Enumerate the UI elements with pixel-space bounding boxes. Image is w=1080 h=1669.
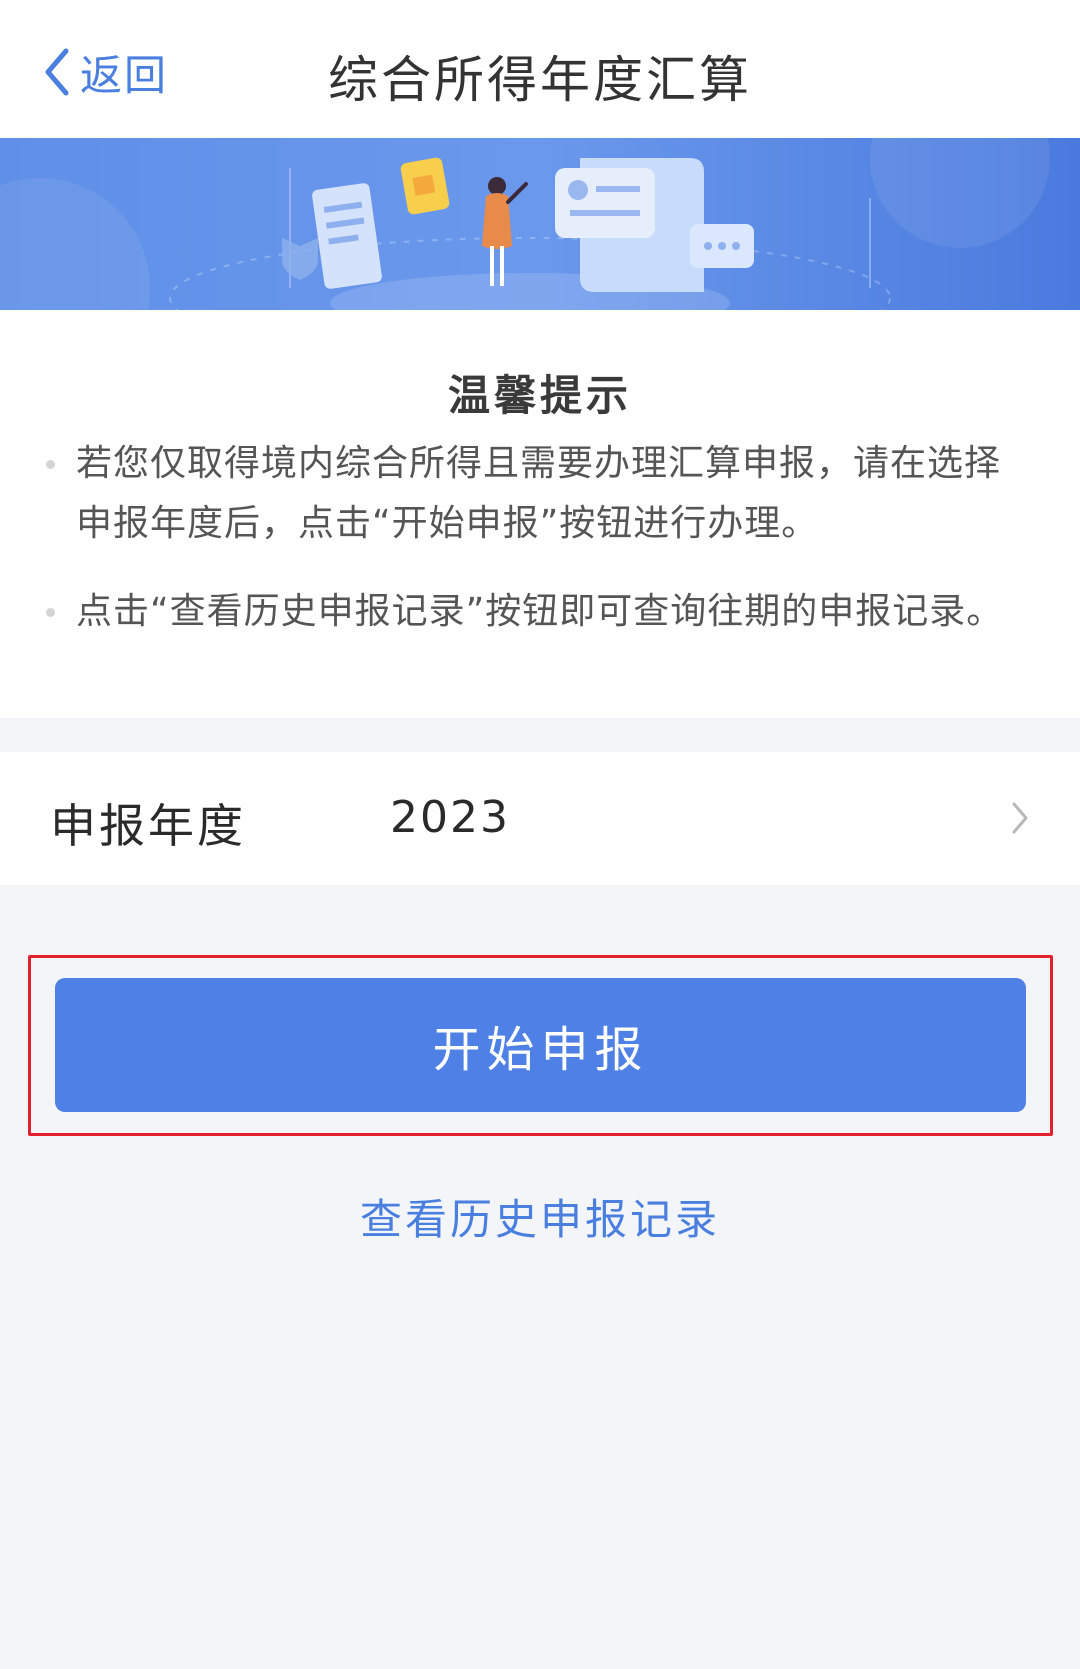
notice-card: 温馨提示 若您仅取得境内综合所得且需要办理汇算申报，请在选择申报年度后，点击“开… <box>0 310 1080 718</box>
banner-illustration <box>0 138 1080 310</box>
notice-item-text: 点击“查看历史申报记录”按钮即可查询往期的申报记录。 <box>76 591 1004 632</box>
bullet-dot <box>46 608 55 617</box>
notice-title: 温馨提示 <box>447 371 632 420</box>
bullet-dot <box>46 460 55 469</box>
notice-item-text: 若您仅取得境内综合所得且需要办理汇算申报，请在选择申报年度后，点击“开始申报”按… <box>76 443 1002 544</box>
page-title: 综合所得年度汇算 <box>328 51 752 109</box>
notice-item: 若您仅取得境内综合所得且需要办理汇算申报，请在选择申报年度后，点击“开始申报”按… <box>46 434 1036 554</box>
nav-bar: 返回 综合所得年度汇算 <box>0 0 1080 138</box>
year-selector-value: 2023 <box>390 792 510 843</box>
chevron-right-icon <box>1010 800 1030 840</box>
start-declaration-button[interactable]: 开始申报 <box>55 978 1026 1112</box>
notice-item: 点击“查看历史申报记录”按钮即可查询往期的申报记录。 <box>46 582 1036 642</box>
history-records-link[interactable]: 查看历史申报记录 <box>0 1186 1080 1247</box>
year-selector[interactable]: 申报年度 2023 <box>0 752 1080 885</box>
year-selector-label: 申报年度 <box>50 799 246 853</box>
